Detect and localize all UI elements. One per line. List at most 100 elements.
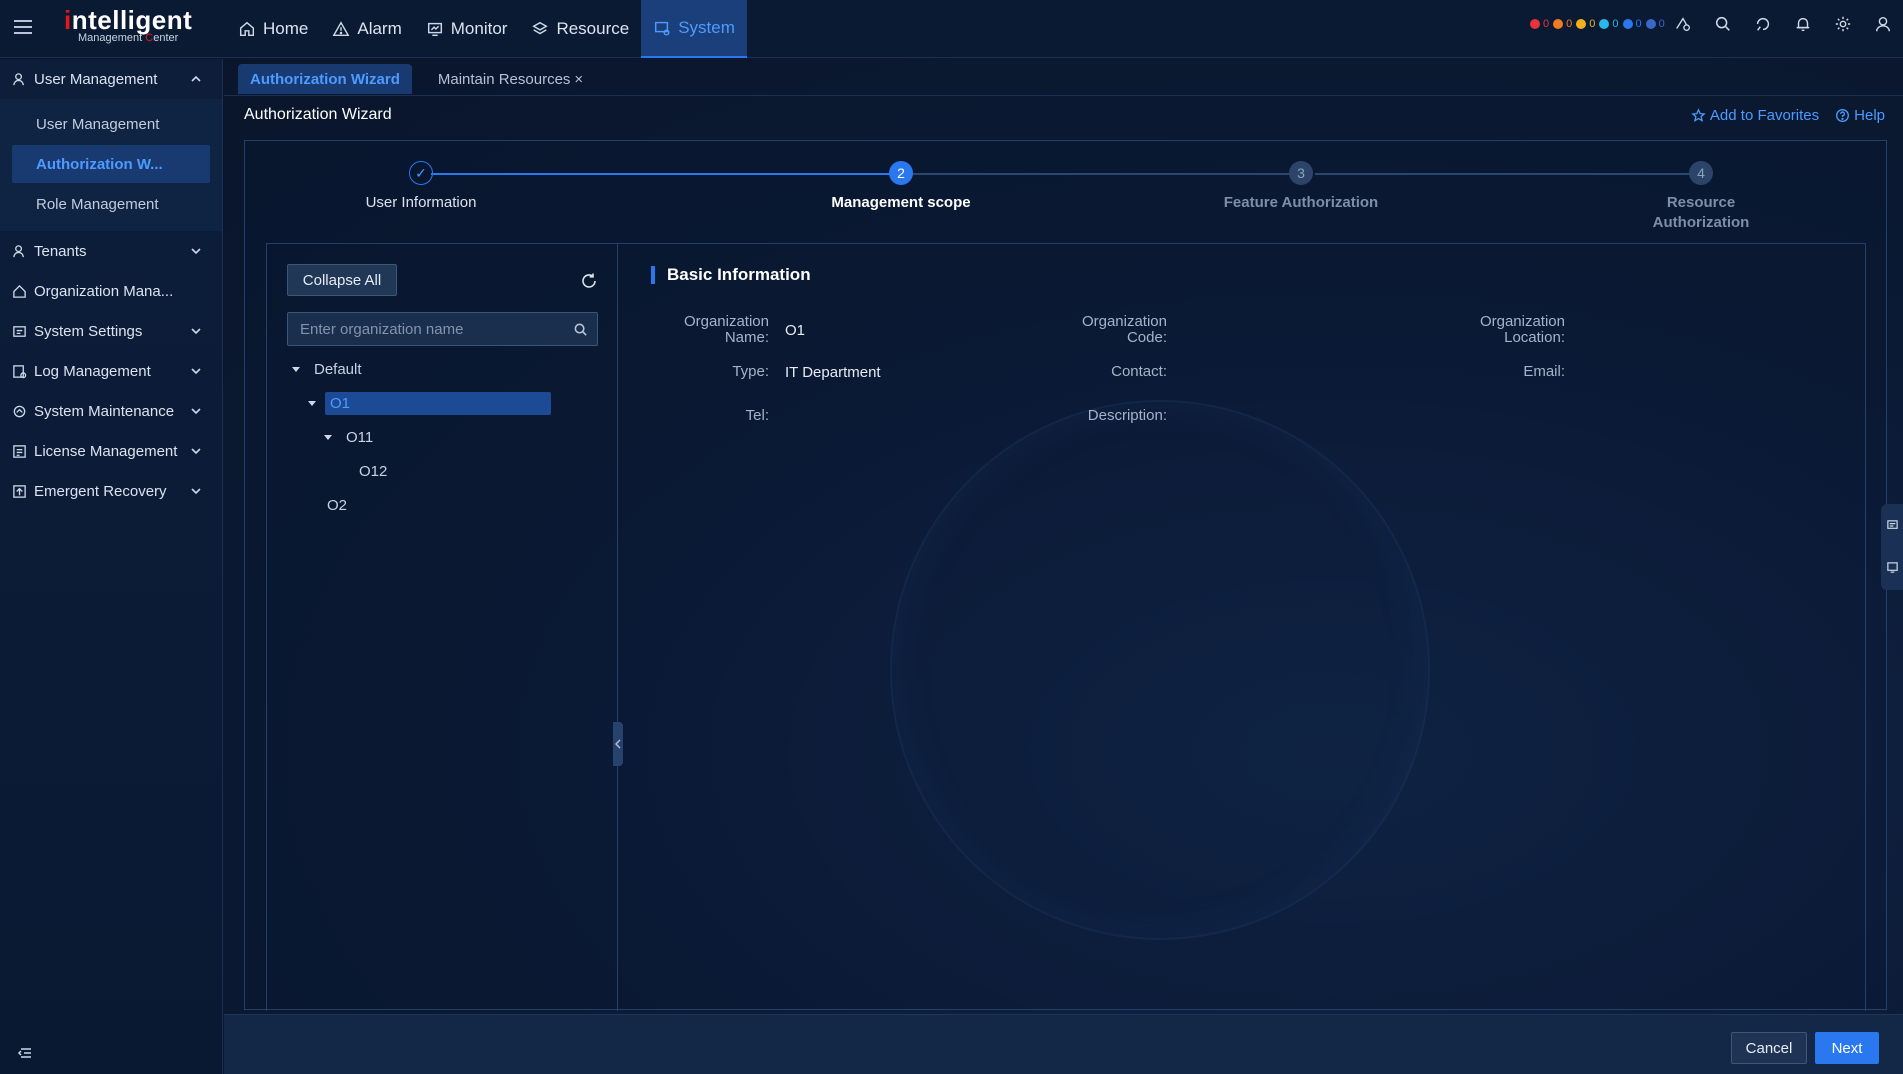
wizard-step-feature-authorization: 3 Feature Authorization — [1191, 161, 1411, 213]
next-button[interactable]: Next — [1815, 1032, 1879, 1064]
wizard-step-user-information[interactable]: ✓ User Information — [311, 161, 531, 213]
search-icon[interactable] — [1703, 0, 1743, 48]
chevron-down-icon — [191, 448, 201, 455]
caret-down-icon[interactable] — [307, 398, 317, 408]
main-nav: Home Alarm Monitor Resource System — [226, 0, 747, 58]
menu-toggle-icon[interactable] — [12, 16, 34, 38]
collapse-all-button[interactable]: Collapse All — [287, 264, 397, 296]
tree-node-o12[interactable]: O12 — [287, 454, 598, 488]
sidebar-submenu: User Management Authorization W... Role … — [0, 99, 222, 231]
tab-divider — [224, 95, 1903, 96]
user-account-icon[interactable] — [1863, 0, 1903, 48]
system-icon — [655, 21, 670, 36]
nav-resource[interactable]: Resource — [519, 0, 641, 58]
sidebar-item-log-management[interactable]: Log Management — [0, 351, 222, 391]
notice-alarm-count[interactable]: 0 — [1645, 18, 1665, 30]
sidebar-item-license-management[interactable]: License Management — [0, 431, 222, 471]
organization-tree-panel: Collapse All Default O1 O11 — [267, 244, 623, 1011]
basic-information-panel: Basic Information Organization Name: O1 … — [619, 244, 1865, 1011]
maintenance-icon — [13, 405, 26, 417]
sidebar-item-user-management[interactable]: User Management — [0, 59, 222, 99]
critical-alarm-count[interactable]: 0 — [1530, 18, 1549, 30]
wizard-step-management-scope[interactable]: 2 Management scope — [791, 161, 1011, 213]
warning-alarm-count[interactable]: 0 — [1599, 18, 1619, 30]
sidebar-item-user-management-sub[interactable]: User Management — [12, 105, 210, 143]
page-tabs: Authorization Wizard Maintain Resources … — [238, 64, 595, 94]
notification-bell-icon[interactable] — [1783, 0, 1823, 48]
top-bar: intelligent Management Center Home Alarm… — [0, 0, 1903, 58]
chevron-up-icon — [191, 75, 201, 82]
check-icon: ✓ — [409, 161, 433, 185]
info-alarm-count[interactable]: 0 — [1622, 18, 1642, 30]
top-toolbar — [1663, 0, 1903, 48]
cancel-button[interactable]: Cancel — [1731, 1032, 1807, 1064]
tenant-icon — [13, 244, 24, 257]
organization-tree: Default O1 O11 O12 O2 — [287, 352, 598, 522]
refresh-icon[interactable] — [580, 272, 598, 290]
minor-alarm-count[interactable]: 0 — [1576, 18, 1595, 30]
settings-icon — [13, 325, 26, 337]
close-tab-icon[interactable]: × — [574, 71, 583, 88]
recovery-icon — [13, 484, 26, 498]
page-title: Authorization Wizard — [244, 106, 392, 123]
sidebar-item-emergent-recovery[interactable]: Emergent Recovery — [0, 471, 222, 511]
sidebar-item-role-management[interactable]: Role Management — [12, 185, 210, 223]
tab-maintain-resources[interactable]: Maintain Resources × — [426, 64, 595, 94]
gear-icon[interactable] — [1823, 0, 1863, 48]
chat-widget-icon[interactable] — [1881, 504, 1903, 546]
caret-down-icon[interactable] — [323, 432, 333, 442]
user-icon — [13, 72, 24, 85]
wizard-steps: ✓ User Information 2 Management scope 3 … — [245, 141, 1886, 241]
alarm-settings-icon[interactable] — [1663, 0, 1703, 48]
chevron-down-icon — [191, 328, 201, 335]
caret-down-icon[interactable] — [291, 364, 301, 374]
search-icon[interactable] — [573, 322, 588, 337]
chevron-down-icon — [191, 368, 201, 375]
collapse-sidebar-icon[interactable] — [16, 1044, 34, 1062]
nav-monitor[interactable]: Monitor — [414, 0, 520, 58]
floating-side-widgets — [1881, 504, 1903, 590]
star-icon — [1691, 108, 1706, 123]
tree-node-o1[interactable]: O1 — [287, 386, 598, 420]
wizard-step-resource-authorization: 4 Resource Authorization — [1591, 161, 1811, 233]
chevron-down-icon — [191, 488, 201, 495]
alarm-status-counters[interactable]: 0 0 0 0 0 0 — [1530, 18, 1665, 30]
page-actions: Add to Favorites Help — [1691, 107, 1885, 124]
help-link[interactable]: Help — [1835, 107, 1885, 124]
step-number: 2 — [889, 161, 913, 185]
add-to-favorites-link[interactable]: Add to Favorites — [1691, 107, 1819, 124]
tree-node-default[interactable]: Default — [287, 352, 598, 386]
tree-node-o2[interactable]: O2 — [287, 488, 598, 522]
tree-node-o11[interactable]: O11 — [287, 420, 598, 454]
organization-search — [287, 312, 598, 346]
sidebar: User Management User Management Authoriz… — [0, 59, 223, 1074]
wizard-panel: ✓ User Information 2 Management scope 3 … — [244, 140, 1887, 1011]
license-icon — [13, 444, 26, 458]
monitor-icon — [427, 22, 442, 37]
sidebar-item-tenants[interactable]: Tenants — [0, 231, 222, 271]
step-number: 3 — [1289, 161, 1313, 185]
tab-authorization-wizard[interactable]: Authorization Wizard — [238, 64, 412, 94]
log-icon — [13, 364, 27, 378]
major-alarm-count[interactable]: 0 — [1553, 18, 1572, 30]
step-number: 4 — [1689, 161, 1713, 185]
chevron-down-icon — [191, 408, 201, 415]
sidebar-group-user-management: User Management User Management Authoriz… — [0, 59, 222, 231]
chevron-down-icon — [191, 248, 201, 255]
nav-alarm[interactable]: Alarm — [320, 0, 413, 58]
home-icon — [239, 21, 255, 37]
nav-home[interactable]: Home — [226, 0, 320, 58]
screen-widget-icon[interactable] — [1881, 546, 1903, 588]
help-icon — [1836, 109, 1850, 122]
sidebar-item-organization-management[interactable]: Organization Mana... — [0, 271, 222, 311]
sidebar-item-authorization-wizard[interactable]: Authorization W... — [12, 145, 210, 183]
refresh-feedback-icon[interactable] — [1743, 0, 1783, 48]
resource-icon — [532, 21, 549, 35]
sidebar-item-system-maintenance[interactable]: System Maintenance — [0, 391, 222, 431]
alarm-icon — [332, 21, 350, 37]
sidebar-item-system-settings[interactable]: System Settings — [0, 311, 222, 351]
app-logo: intelligent Management Center — [64, 5, 193, 44]
scope-panel: Collapse All Default O1 O11 — [266, 243, 1866, 1011]
nav-system[interactable]: System — [641, 0, 747, 58]
organization-search-input[interactable] — [288, 313, 597, 345]
